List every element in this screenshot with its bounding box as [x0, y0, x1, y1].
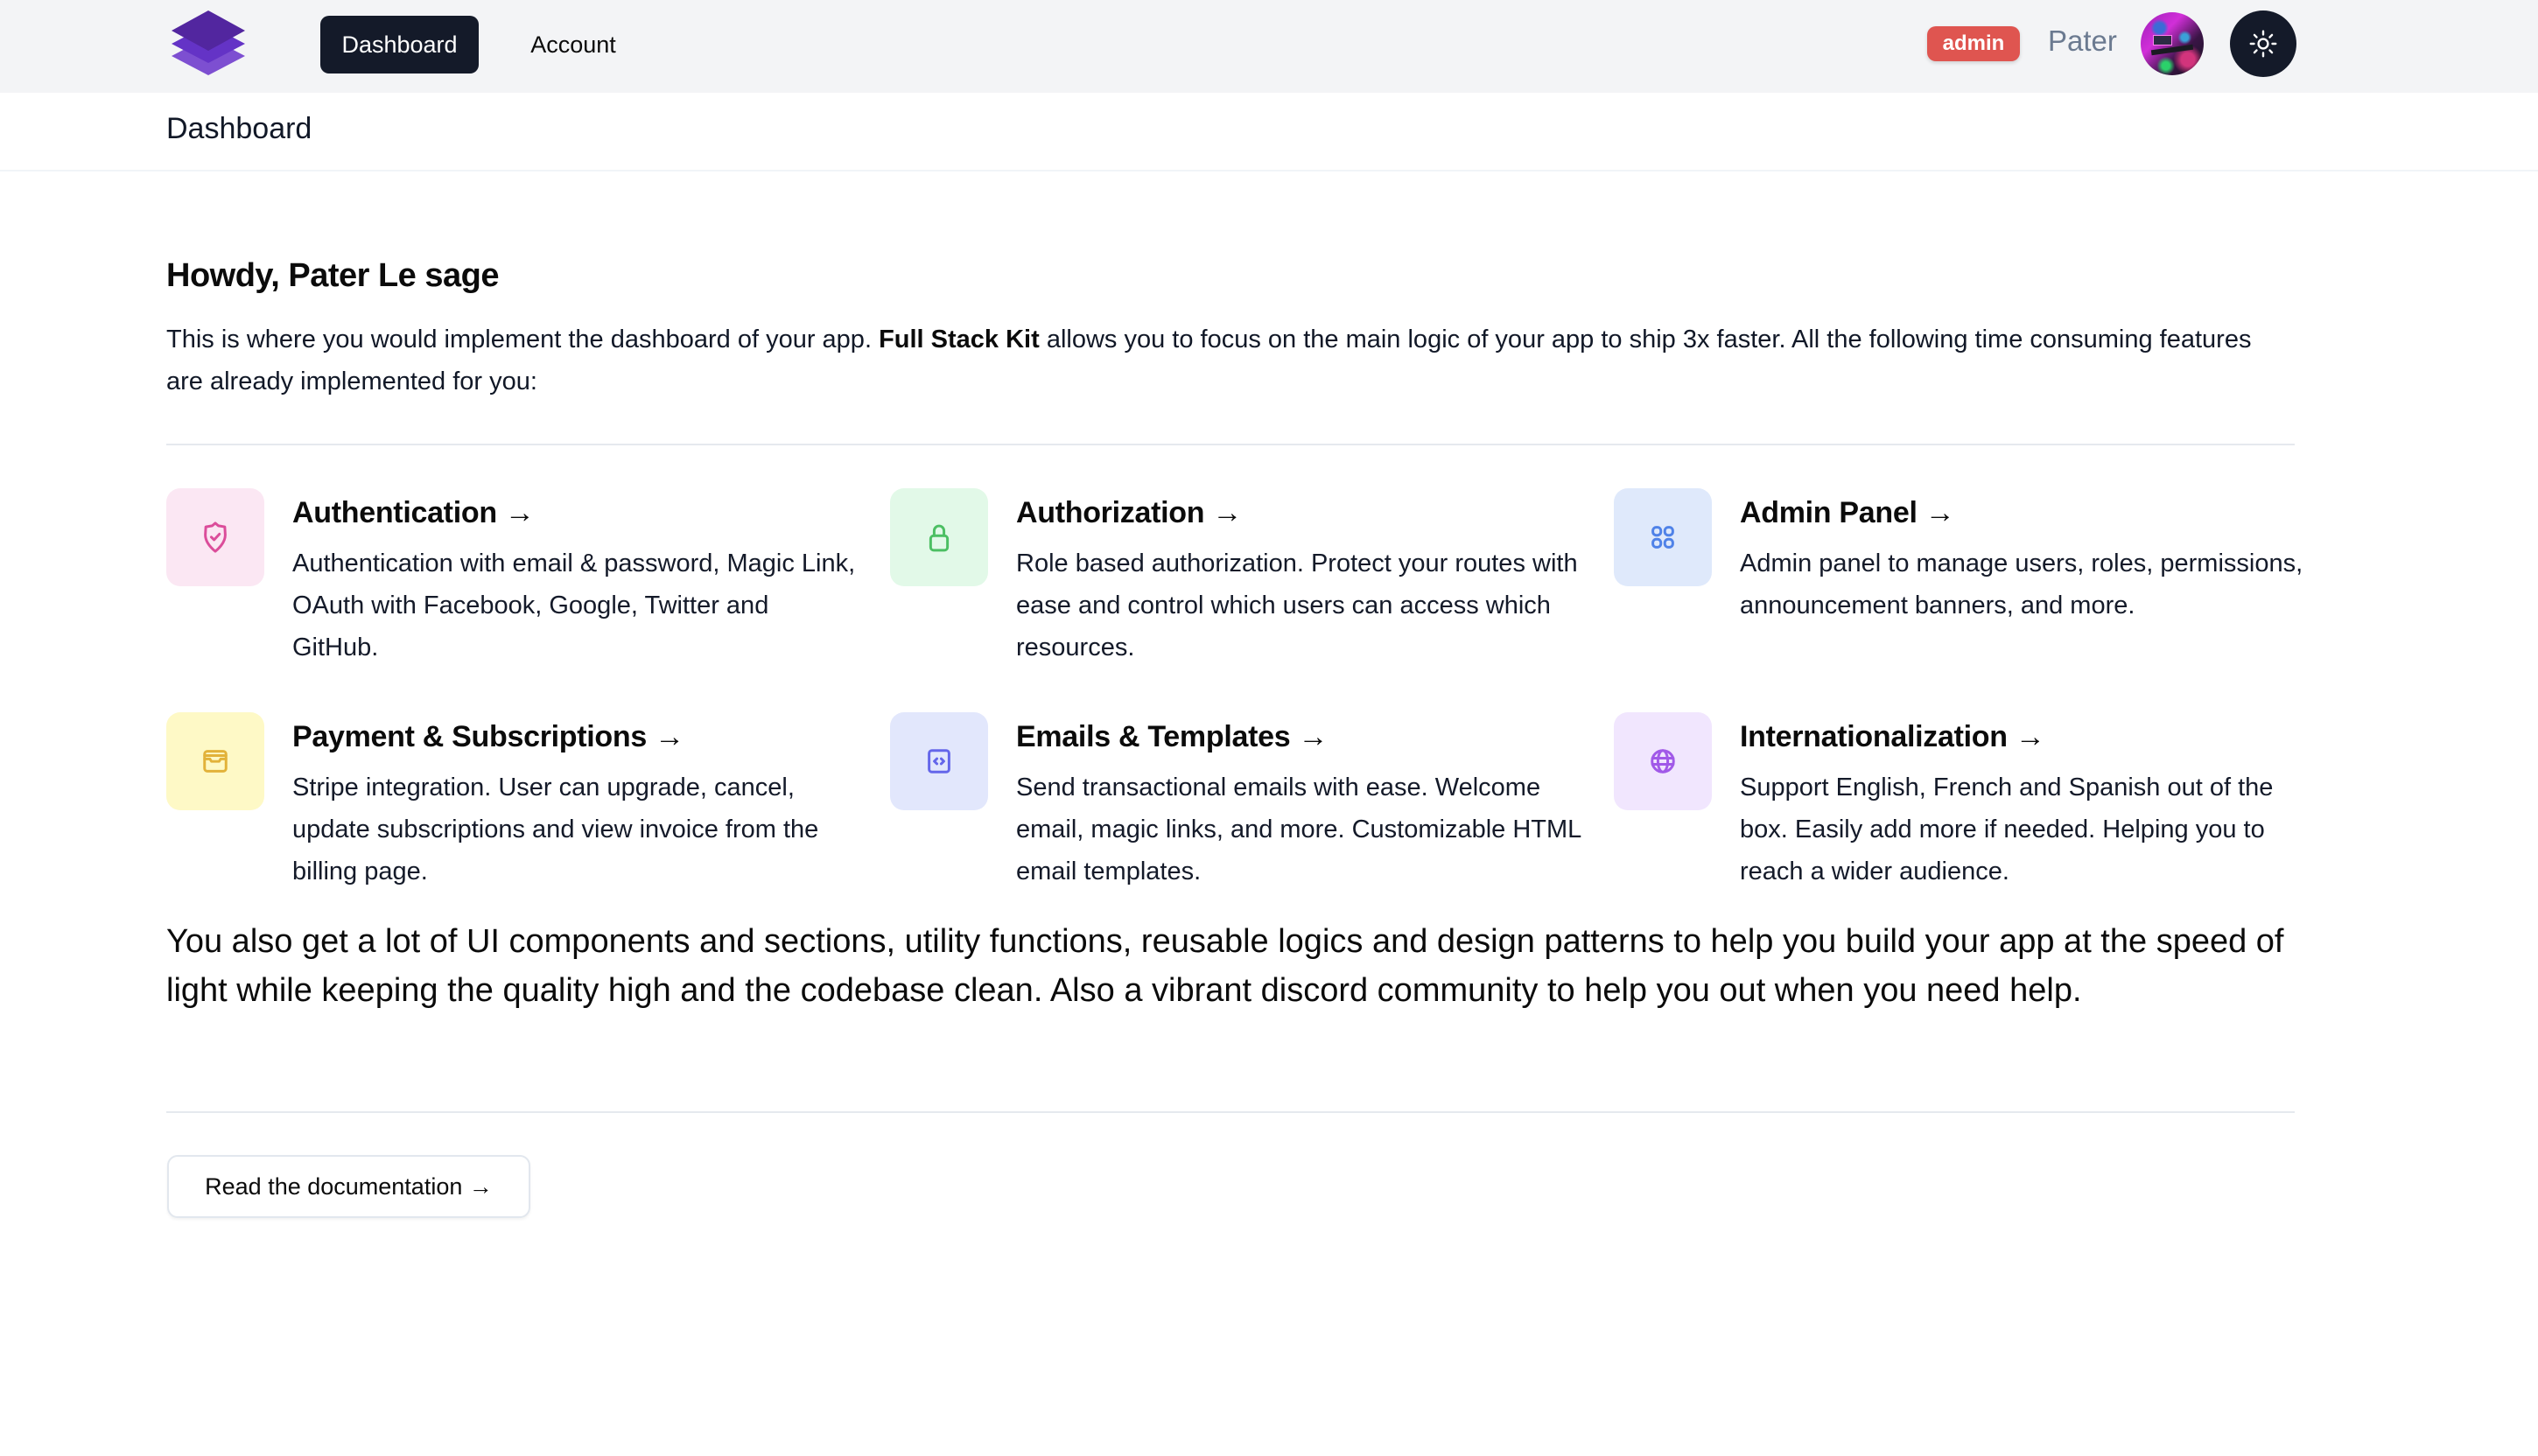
shield-check-icon	[204, 522, 227, 553]
nav-account-button[interactable]: Account	[513, 16, 634, 74]
page-title: Dashboard	[166, 112, 312, 145]
feature-description: Support English, French and Spanish out …	[1740, 774, 2274, 886]
avatar-photo-detail	[2153, 35, 2172, 46]
feature-admin-panel[interactable]: Admin Panel → Admin panel to manage user…	[1614, 488, 2303, 691]
feature-title[interactable]: Authentication →	[292, 488, 535, 537]
feature-icon-box	[1614, 488, 1712, 586]
avatar-photo-detail	[2150, 44, 2194, 56]
feature-title[interactable]: Internationalization →	[1740, 712, 2045, 761]
feature-icon-box	[890, 712, 988, 810]
intro-text: This is where you would implement the da…	[166, 326, 880, 354]
brand-name: Full Stack Kit	[879, 326, 1040, 354]
theme-toggle-button[interactable]	[2230, 10, 2296, 77]
page-header: Dashboard	[0, 93, 2538, 172]
features-grid: Authentication → Authentication with ema…	[166, 488, 2303, 915]
lock-icon	[929, 524, 950, 552]
feature-icon-box	[890, 488, 988, 586]
feature-authentication[interactable]: Authentication → Authentication with ema…	[166, 488, 890, 691]
read-documentation-button[interactable]: Read the documentation →	[167, 1155, 530, 1218]
role-badge: admin	[1927, 26, 2020, 61]
divider	[166, 1111, 2295, 1113]
intro-paragraph: This is where you would implement the da…	[166, 318, 2295, 402]
feature-icon-box	[166, 488, 264, 586]
top-navbar: Dashboard Account admin Pater	[0, 0, 2538, 93]
sun-icon	[2249, 30, 2277, 58]
feature-title[interactable]: Authorization →	[1016, 488, 1242, 537]
feature-internationalization[interactable]: Internationalization → Support English, …	[1614, 712, 2295, 915]
feature-authorization[interactable]: Authorization → Role based authorization…	[890, 488, 1614, 691]
feature-description: Stripe integration. User can upgrade, ca…	[292, 774, 819, 886]
wallet-icon	[203, 750, 228, 773]
feature-emails-templates[interactable]: Emails & Templates → Send transactional …	[890, 712, 1614, 915]
feature-title[interactable]: Admin Panel →	[1740, 488, 1955, 537]
globe-icon	[1651, 749, 1675, 774]
feature-title[interactable]: Emails & Templates →	[1016, 712, 1328, 761]
feature-icon-box	[1614, 712, 1712, 810]
greeting-heading: Howdy, Pater Le sage	[166, 257, 499, 294]
feature-description: Authentication with email & password, Ma…	[292, 550, 856, 662]
username-label: Pater	[2048, 24, 2117, 57]
feature-icon-box	[166, 712, 264, 810]
feature-payment-subscriptions[interactable]: Payment & Subscriptions → Stripe integra…	[166, 712, 890, 915]
stacked-layers-icon	[172, 10, 245, 75]
app-logo[interactable]	[170, 7, 247, 75]
feature-description: Admin panel to manage users, roles, perm…	[1740, 550, 2303, 620]
user-avatar[interactable]	[2141, 12, 2204, 75]
outro-paragraph: You also get a lot of UI components and …	[166, 923, 2284, 1009]
nav-dashboard-button[interactable]: Dashboard	[320, 16, 479, 74]
divider	[166, 444, 2295, 445]
code-icon	[928, 749, 950, 774]
feature-description: Send transactional emails with ease. Wel…	[1016, 774, 1581, 886]
feature-title[interactable]: Payment & Subscriptions →	[292, 712, 684, 761]
grid-icon	[1651, 526, 1674, 549]
feature-description: Role based authorization. Protect your r…	[1016, 550, 1578, 662]
